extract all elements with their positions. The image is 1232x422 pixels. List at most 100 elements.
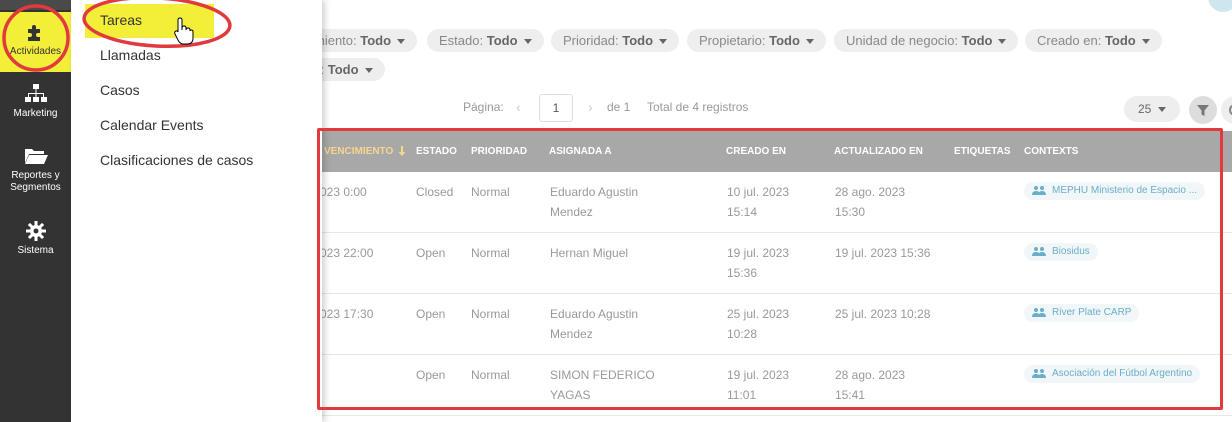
page-label: Página: (463, 100, 504, 114)
filter-value: Todo (622, 33, 654, 48)
chevron-down-icon (805, 39, 814, 45)
filter-label: Prioridad: (563, 33, 619, 48)
column-label: VENCIMIENTO (324, 146, 394, 157)
created-line: 19 jul. 2023 (727, 368, 790, 382)
gear-icon (25, 221, 46, 241)
created-line: 11:01 (727, 388, 757, 402)
page-input[interactable]: 1 (539, 94, 573, 122)
sitemap-icon (24, 84, 47, 102)
updated-cell: 19 jul. 2023 15:36 (835, 243, 930, 263)
chevron-down-icon (998, 39, 1007, 45)
column-header-creado[interactable]: CREADO EN (726, 131, 786, 172)
updated-line: 19 jul. 2023 15:36 (835, 246, 931, 260)
filter-value: Todo (327, 62, 359, 77)
filter-chip-prioridad[interactable]: Prioridad: Todo (551, 29, 680, 52)
due-cell: 023 0:00 (322, 185, 367, 199)
created-cell: 19 jul. 2023 11:01 (727, 365, 789, 405)
submenu-item-calendar-events[interactable]: Calendar Events (100, 117, 204, 133)
column-header-asignada[interactable]: ASIGNADA A (549, 131, 612, 172)
funnel-icon (1197, 105, 1209, 116)
sidebar-item-reportes[interactable]: Reportes y Segmentos (0, 146, 71, 200)
submenu-item-casos[interactable]: Casos (100, 82, 140, 98)
table-row[interactable]: 023 17:30 Open Normal Eduardo Agustin Me… (322, 294, 1232, 355)
filter-label: Propietario: (699, 33, 766, 48)
filter-value: Todo (961, 33, 993, 48)
sidebar-item-label: Reportes y Segmentos (10, 170, 61, 193)
refresh-icon (1229, 104, 1232, 116)
filter-value: Todo (769, 33, 800, 48)
context-label: Asociación del Fútbol Argentino (1052, 368, 1193, 379)
sort-desc-icon (398, 146, 406, 157)
assigned-line: SIMON FEDERICO (550, 368, 655, 382)
priority-cell: Normal (471, 368, 510, 382)
users-icon (1032, 369, 1046, 379)
status-cell: Open (416, 307, 446, 321)
filter-chip-vencimiento[interactable]: miento: Todo (322, 29, 418, 52)
column-header-estado[interactable]: ESTADO (416, 131, 457, 172)
created-line: 10 jul. 2023 (727, 185, 790, 199)
refresh-button[interactable] (1221, 96, 1232, 124)
filter-chip-propietario[interactable]: Propietario: Todo (687, 29, 826, 52)
filter-chip-creado-en[interactable]: Creado en: Todo (1025, 29, 1162, 52)
assigned-cell: Eduardo Agustin Mendez (550, 304, 638, 344)
column-header-etiquetas[interactable]: ETIQUETAS (954, 131, 1010, 172)
filter-chip-estado[interactable]: Estado: Todo (427, 29, 544, 52)
chevron-down-icon (523, 39, 532, 45)
table-row[interactable]: 023 22:00 Open Normal Hernan Miguel 19 j… (322, 233, 1232, 294)
column-header-vencimiento[interactable]: VENCIMIENTO (324, 131, 406, 172)
column-header-actualizado[interactable]: ACTUALIZADO EN (834, 131, 923, 172)
status-cell: Open (416, 368, 446, 382)
filter-value: Todo (360, 33, 392, 48)
column-header-contexts[interactable]: CONTEXTS (1024, 131, 1078, 172)
sidebar-item-marketing[interactable]: Marketing (0, 84, 71, 124)
due-cell: 023 22:00 (322, 246, 374, 260)
created-cell: 19 jul. 2023 15:36 (727, 243, 789, 283)
filter-label: miento: (322, 33, 357, 48)
filter-chip-extra[interactable]: s: Todo (322, 58, 385, 81)
app-root: Actividades Marketing Reportes y Segment… (0, 0, 1232, 422)
filter-chip-unidad-negocio[interactable]: Unidad de negocio: Todo (834, 29, 1019, 52)
context-label: MEPHU Ministerio de Espacio ... (1052, 185, 1198, 196)
priority-cell: Normal (471, 307, 510, 321)
context-badge[interactable]: MEPHU Ministerio de Espacio ... (1024, 182, 1206, 200)
updated-line: 28 ago. 2023 (835, 185, 906, 199)
column-header-prioridad[interactable]: PRIORIDAD (471, 131, 527, 172)
chevron-down-icon (659, 39, 668, 45)
submenu-item-tareas[interactable]: Tareas (100, 12, 142, 28)
filter-value: Todo (1104, 33, 1136, 48)
table-row[interactable]: 023 0:00 Closed Normal Eduardo Agustin M… (322, 172, 1232, 233)
chevron-down-icon (1141, 39, 1150, 45)
table-header: VENCIMIENTO ESTADO PRIORIDAD ASIGNADA A … (322, 131, 1232, 172)
context-badge[interactable]: River Plate CARP (1024, 304, 1140, 322)
main-sidebar: Actividades Marketing Reportes y Segment… (0, 0, 71, 422)
users-icon (1032, 247, 1046, 257)
sidebar-item-sistema[interactable]: Sistema (0, 221, 71, 261)
assigned-line: Eduardo Agustin (550, 307, 639, 321)
main-content: miento: Todo Estado: Todo Prioridad: Tod… (322, 0, 1232, 422)
updated-line: 28 ago. 2023 (835, 368, 906, 382)
next-page-icon[interactable]: › (588, 99, 593, 115)
assigned-line: Hernan Miguel (550, 246, 629, 260)
total-records-label: Total de 4 registros (647, 100, 749, 114)
filter-button[interactable] (1189, 96, 1217, 124)
per-page-select[interactable]: 25 (1124, 96, 1180, 122)
context-badge[interactable]: Asociación del Fútbol Argentino (1024, 365, 1201, 383)
filter-label: Creado en: (1037, 33, 1102, 48)
table-row[interactable]: Open Normal SIMON FEDERICO YAGAS 19 jul.… (322, 355, 1232, 416)
sidebar-top-stub (0, 0, 71, 10)
context-badge[interactable]: Biosidus (1024, 243, 1098, 261)
top-right-avatar[interactable] (1208, 0, 1232, 12)
assigned-cell: Hernan Miguel (550, 243, 628, 263)
folder-icon (24, 149, 48, 164)
status-cell: Closed (416, 185, 454, 199)
filter-label: Unidad de negocio: (846, 33, 959, 48)
sidebar-item-label: Marketing (13, 108, 58, 119)
assigned-cell: Eduardo Agustin Mendez (550, 182, 638, 222)
chevron-down-icon (397, 39, 406, 45)
submenu-item-clasificaciones[interactable]: Clasificaciones de casos (100, 152, 253, 168)
submenu-item-llamadas[interactable]: Llamadas (100, 47, 161, 63)
prev-page-icon[interactable]: ‹ (516, 99, 521, 115)
assigned-line: Eduardo Agustin (550, 185, 639, 199)
sidebar-item-label: Sistema (17, 245, 54, 256)
sidebar-item-actividades[interactable]: Actividades (0, 12, 71, 72)
